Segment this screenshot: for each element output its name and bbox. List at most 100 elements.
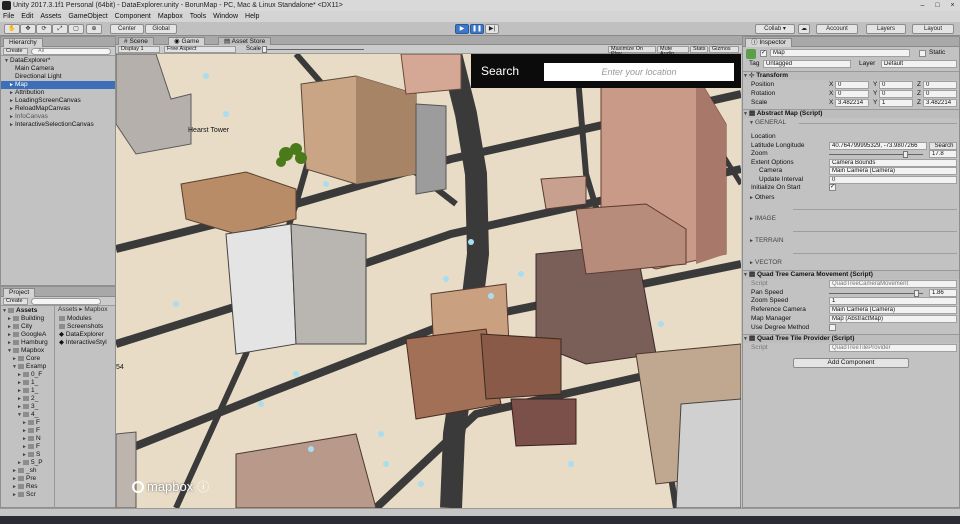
project-tree-item[interactable]: ► 1_ <box>17 379 38 387</box>
step-button[interactable]: ▶| <box>485 24 499 34</box>
maximize-on-play-toggle[interactable]: Maximize On Play <box>608 46 656 57</box>
project-tree-item[interactable]: ► _sh <box>12 467 36 475</box>
menu-edit[interactable]: Edit <box>21 13 33 20</box>
project-file-item[interactable]: Screenshots <box>59 323 103 331</box>
tag-dropdown[interactable]: Untagged <box>763 60 851 68</box>
zoom-slider-track[interactable] <box>829 154 923 155</box>
project-tree-item[interactable]: ► F <box>22 443 40 451</box>
project-tree-item[interactable]: ► Scr <box>12 491 36 499</box>
project-file-item[interactable]: ◆ InteractiveStyl <box>59 339 107 347</box>
static-checkbox[interactable] <box>919 50 926 57</box>
position-x-field[interactable]: 0 <box>835 81 869 89</box>
stats-toggle[interactable]: Stats <box>690 46 708 53</box>
project-tree-item[interactable]: ► GoogleA <box>7 331 46 339</box>
project-file-item[interactable]: ◆ DataExplorer <box>59 331 104 339</box>
info-icon[interactable]: ⓘ <box>197 478 209 495</box>
gizmos-dropdown[interactable]: Gizmos <box>709 46 739 53</box>
hierarchy-item-attribution[interactable]: ►Attribution <box>9 89 44 97</box>
scale-z-field[interactable]: 3.482214 <box>923 99 957 107</box>
camera-object-field[interactable]: Main Camera (Camera) <box>829 167 957 175</box>
project-tree-item[interactable]: ▼ Examp <box>12 363 46 371</box>
hierarchy-item-selection-canvas[interactable]: ►InteractiveSelectionCanvas <box>9 121 94 129</box>
menu-tools[interactable]: Tools <box>190 13 206 20</box>
project-tree-item[interactable]: ▼ Mapbox <box>7 347 44 355</box>
display-dropdown[interactable]: Display 1 <box>118 46 160 53</box>
pan-speed-field[interactable]: 1.86 <box>929 289 957 297</box>
tab-inspector[interactable]: ⓘ Inspector <box>745 38 793 47</box>
project-tree-item[interactable]: ► Hamburg <box>7 339 48 347</box>
mute-audio-toggle[interactable]: Mute Audio <box>657 46 689 57</box>
scale-slider-track[interactable] <box>264 49 364 50</box>
mapbox-attribution[interactable]: mapbox ⓘ <box>132 478 209 495</box>
position-y-field[interactable]: 0 <box>879 81 913 89</box>
reference-camera-field[interactable]: Main Camera (Camera) <box>829 306 957 314</box>
collab-dropdown[interactable]: Collab ▾ <box>755 24 795 34</box>
project-tree-item[interactable]: ► N <box>22 435 41 443</box>
project-tree-item[interactable]: ► Core <box>12 355 40 363</box>
menu-mapbox[interactable]: Mapbox <box>158 13 183 20</box>
menu-help[interactable]: Help <box>245 13 259 20</box>
project-tree-item[interactable]: ► S <box>22 451 40 459</box>
scale-x-field[interactable]: 3.482214 <box>835 99 869 107</box>
image-section[interactable]: ►IMAGE <box>749 215 776 223</box>
play-button[interactable]: ▶ <box>455 24 469 34</box>
quadtree-movement-header[interactable]: ▼▤ Quad Tree Camera Movement (Script) <box>743 270 959 279</box>
movement-script-field[interactable]: QuadTreeCameraMovement <box>829 280 957 288</box>
project-search-input[interactable] <box>31 298 101 305</box>
project-tree-item[interactable]: ► Res <box>12 483 38 491</box>
transform-tool-button[interactable]: ⊕ <box>86 24 102 34</box>
aspect-dropdown[interactable]: Free Aspect <box>164 46 236 53</box>
project-tree-item[interactable]: ► 0_F <box>17 371 42 379</box>
abstract-map-header[interactable]: ▼▤ Abstract Map (Script) <box>743 109 959 118</box>
pivot-toggle[interactable]: Center <box>110 24 144 34</box>
others-section[interactable]: ►Others <box>749 194 775 202</box>
initialize-on-start-checkbox[interactable]: ✓ <box>829 184 836 191</box>
project-file-item[interactable]: Modules <box>59 315 92 323</box>
location-search-input[interactable]: Enter your location <box>544 63 734 81</box>
scale-y-field[interactable]: 1 <box>879 99 913 107</box>
move-tool-button[interactable]: ✥ <box>20 24 36 34</box>
menu-file[interactable]: File <box>3 13 14 20</box>
transform-header[interactable]: ▼⊹ Transform <box>743 71 959 80</box>
general-section[interactable]: ▼GENERAL <box>749 119 786 127</box>
account-dropdown[interactable]: Account <box>816 24 858 34</box>
latlon-field[interactable]: 40.764799995329, -73.9807266 <box>829 142 927 150</box>
project-tree-item[interactable]: ► F <box>22 419 40 427</box>
hierarchy-item-loading-canvas[interactable]: ►LoadingScreenCanvas <box>9 97 81 105</box>
maximize-button[interactable]: □ <box>930 0 945 11</box>
provider-script-field[interactable]: QuadTreeTileProvider <box>829 344 957 352</box>
project-create-button[interactable]: Create <box>3 298 28 305</box>
update-interval-field[interactable]: 0 <box>829 176 957 184</box>
minimize-button[interactable]: – <box>915 0 930 11</box>
scale-slider-thumb[interactable] <box>262 46 267 53</box>
hierarchy-search-input[interactable]: All <box>31 48 111 55</box>
hand-tool-button[interactable]: ✋ <box>4 24 20 34</box>
hierarchy-item-reload-canvas[interactable]: ►ReloadMapCanvas <box>9 105 70 113</box>
zoom-value-field[interactable]: 17.8 <box>929 150 957 158</box>
terrain-section[interactable]: ►TERRAIN <box>749 237 784 245</box>
space-toggle[interactable]: Global <box>145 24 177 34</box>
hierarchy-item-main-camera[interactable]: Main Camera <box>9 65 54 73</box>
hierarchy-item-info-canvas[interactable]: ►InfoCanvas <box>9 113 48 121</box>
zoom-slider-thumb[interactable] <box>903 151 909 158</box>
hierarchy-item-directional-light[interactable]: Directional Light <box>9 73 62 81</box>
tab-hierarchy[interactable]: Hierarchy <box>3 38 43 47</box>
hierarchy-scene-root[interactable]: ▼DataExplorer* <box>4 57 50 65</box>
zoom-speed-field[interactable]: 1 <box>829 297 957 305</box>
project-tree-item[interactable]: ► 3_ <box>17 403 38 411</box>
object-name-field[interactable]: Map <box>770 49 910 57</box>
layer-dropdown[interactable]: Default <box>881 60 957 68</box>
tab-project[interactable]: Project <box>3 288 36 297</box>
menu-window[interactable]: Window <box>213 13 238 20</box>
pause-button[interactable]: ❚❚ <box>470 24 484 34</box>
map-manager-field[interactable]: Map (AbstractMap) <box>829 315 957 323</box>
project-tree-item[interactable]: ► City <box>7 323 32 331</box>
layout-dropdown[interactable]: Layout <box>912 24 954 34</box>
vector-section[interactable]: ►VECTOR <box>749 259 782 267</box>
hierarchy-item-map[interactable]: ►Map <box>1 81 115 89</box>
menu-component[interactable]: Component <box>115 13 151 20</box>
pan-speed-slider-track[interactable] <box>829 293 923 294</box>
game-view[interactable]: Hearst Tower 54 Search Enter your locati… <box>116 54 741 508</box>
use-degree-method-checkbox[interactable] <box>829 324 836 331</box>
hierarchy-create-button[interactable]: Create <box>3 48 28 55</box>
